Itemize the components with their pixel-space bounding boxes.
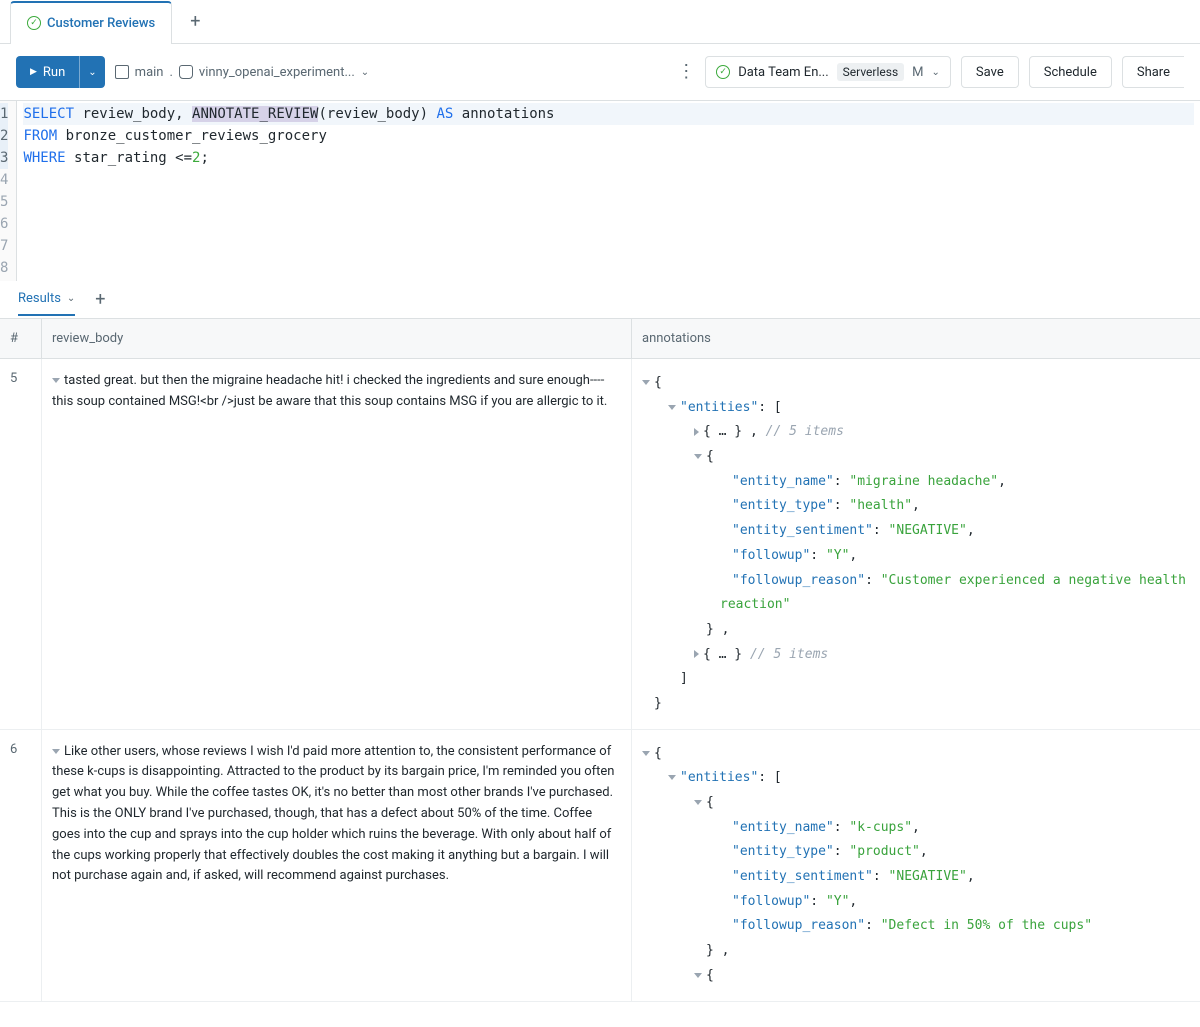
save-button[interactable]: Save — [961, 56, 1019, 88]
run-dropdown[interactable]: ⌄ — [79, 56, 104, 88]
cluster-size: M — [912, 65, 923, 80]
expand-icon[interactable] — [52, 749, 60, 754]
expand-icon[interactable] — [52, 378, 60, 383]
result-tab-bar: Results ⌄ + — [0, 281, 1200, 319]
results-grid: #review_bodyannotations 5tasted great. bu… — [0, 319, 1200, 1002]
add-result-tab[interactable]: + — [95, 289, 105, 318]
expand-icon[interactable] — [694, 428, 699, 436]
collapse-icon[interactable] — [694, 800, 702, 805]
schema-icon — [179, 65, 193, 79]
tab-customer-reviews[interactable]: Customer Reviews — [10, 1, 172, 44]
collapse-icon[interactable] — [694, 973, 702, 978]
cluster-selector[interactable]: Data Team En... Serverless M ⌄ — [705, 56, 951, 88]
cluster-name: Data Team En... — [738, 65, 828, 80]
cell-annotations: {"entities": [{"entity_name": "k-cups","… — [632, 730, 1200, 1002]
run-button-group: Run ⌄ — [16, 56, 105, 88]
chevron-down-icon: ⌄ — [67, 293, 75, 304]
collapse-icon[interactable] — [668, 405, 676, 410]
cell-review-body: tasted great. but then the migraine head… — [42, 359, 632, 730]
collapse-icon[interactable] — [642, 380, 650, 385]
cell-annotations: {"entities": [{ … } , // 5 items{"entity… — [632, 359, 1200, 730]
chevron-down-icon: ⌄ — [361, 67, 369, 78]
collapse-icon[interactable] — [694, 454, 702, 459]
collapse-icon[interactable] — [668, 775, 676, 780]
line-gutter: 12345678 — [0, 101, 17, 281]
code-area[interactable]: SELECT review_body, ANNOTATE_REVIEW(revi… — [17, 101, 1200, 281]
catalog-name: main — [135, 65, 164, 80]
schema-name: vinny_openai_experiment... — [199, 65, 355, 80]
col-annotations[interactable]: annotations — [632, 319, 1200, 359]
col-index: # — [0, 319, 42, 359]
catalog-icon — [115, 65, 129, 79]
collapse-icon[interactable] — [642, 751, 650, 756]
more-menu[interactable]: ⋮ — [677, 63, 695, 81]
col-review-body[interactable]: review_body — [42, 319, 632, 359]
sql-editor[interactable]: 12345678 SELECT review_body, ANNOTATE_RE… — [0, 101, 1200, 281]
toolbar: Run ⌄ main . vinny_openai_experiment... … — [0, 44, 1200, 101]
cell-review-body: Like other users, whose reviews I wish I… — [42, 730, 632, 1002]
serverless-badge: Serverless — [837, 63, 905, 81]
results-tab[interactable]: Results ⌄ — [18, 291, 75, 316]
cluster-status-icon — [716, 65, 730, 79]
share-button[interactable]: Share — [1122, 56, 1184, 88]
row-index: 6 — [0, 730, 42, 1002]
expand-icon[interactable] — [694, 650, 699, 658]
status-ok-icon — [27, 16, 41, 30]
tab-bar: Customer Reviews + — [0, 0, 1200, 44]
schedule-button[interactable]: Schedule — [1029, 56, 1112, 88]
row-index: 5 — [0, 359, 42, 730]
chevron-down-icon: ⌄ — [932, 67, 940, 78]
run-button[interactable]: Run — [16, 56, 79, 88]
new-tab-button[interactable]: + — [190, 11, 200, 32]
catalog-breadcrumb[interactable]: main . vinny_openai_experiment... ⌄ — [115, 65, 369, 80]
tab-title: Customer Reviews — [47, 16, 155, 31]
